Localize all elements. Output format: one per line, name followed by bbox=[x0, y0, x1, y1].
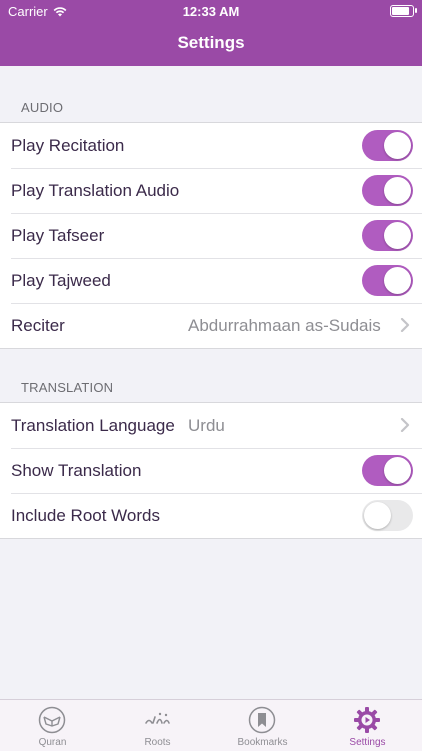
navigation-bar: Carrier 12:33 AM Settings bbox=[0, 0, 422, 66]
row-play-translation-audio: Play Translation Audio bbox=[0, 168, 422, 213]
gear-icon bbox=[354, 707, 380, 733]
translation-settings-group: Translation Language Urdu Show Translati… bbox=[0, 402, 422, 539]
include-root-words-label: Include Root Words bbox=[11, 505, 160, 525]
play-tafseer-toggle[interactable] bbox=[362, 220, 413, 251]
roots-icon bbox=[145, 712, 170, 724]
bookmark-icon bbox=[248, 706, 276, 734]
play-translation-audio-label: Play Translation Audio bbox=[11, 180, 180, 200]
play-tafseer-label: Play Tafseer bbox=[11, 225, 105, 245]
reciter-row[interactable]: Reciter Abdurrahmaan as-Sudais bbox=[0, 303, 422, 348]
chevron-right-icon bbox=[400, 318, 410, 332]
tab-label: Settings bbox=[349, 737, 386, 748]
chevron-right-icon bbox=[400, 418, 410, 432]
section-header-translation: TRANSLATION bbox=[21, 380, 114, 395]
translation-language-label: Translation Language bbox=[11, 415, 175, 435]
reciter-label: Reciter bbox=[11, 315, 65, 335]
row-play-tajweed: Play Tajweed bbox=[0, 258, 422, 303]
tab-roots[interactable]: Roots bbox=[105, 700, 210, 751]
translation-language-value: Urdu bbox=[188, 415, 225, 435]
include-root-words-toggle[interactable] bbox=[362, 500, 413, 531]
tab-label: Bookmarks bbox=[237, 737, 288, 748]
reciter-value: Abdurrahmaan as-Sudais bbox=[188, 315, 381, 335]
tab-bookmarks[interactable]: Bookmarks bbox=[210, 700, 315, 751]
tab-settings[interactable]: Settings bbox=[315, 700, 420, 751]
audio-settings-group: Play Recitation Play Translation Audio P… bbox=[0, 122, 422, 349]
tab-quran[interactable]: Quran bbox=[0, 700, 105, 751]
quran-icon bbox=[38, 706, 66, 734]
show-translation-toggle[interactable] bbox=[362, 455, 413, 486]
status-time: 12:33 AM bbox=[182, 4, 240, 19]
page-title: Settings bbox=[177, 33, 245, 52]
translation-language-row[interactable]: Translation Language Urdu bbox=[0, 403, 422, 448]
play-tajweed-label: Play Tajweed bbox=[11, 270, 111, 290]
play-recitation-toggle[interactable] bbox=[362, 130, 413, 161]
show-translation-label: Show Translation bbox=[11, 460, 142, 480]
battery-icon bbox=[390, 5, 417, 17]
row-play-recitation: Play Recitation bbox=[0, 123, 422, 168]
tab-bar: Quran Roots Bookmarks Settings bbox=[0, 699, 422, 751]
play-translation-audio-toggle[interactable] bbox=[362, 175, 413, 206]
play-tajweed-toggle[interactable] bbox=[362, 265, 413, 296]
tab-label: Roots bbox=[144, 737, 171, 748]
row-play-tafseer: Play Tafseer bbox=[0, 213, 422, 258]
section-header-audio: AUDIO bbox=[21, 100, 64, 115]
row-show-translation: Show Translation bbox=[0, 448, 422, 493]
status-bar: Carrier 12:33 AM bbox=[0, 0, 422, 22]
tab-label: Quran bbox=[38, 737, 67, 748]
play-recitation-label: Play Recitation bbox=[11, 135, 125, 155]
row-include-root-words: Include Root Words bbox=[0, 493, 422, 538]
